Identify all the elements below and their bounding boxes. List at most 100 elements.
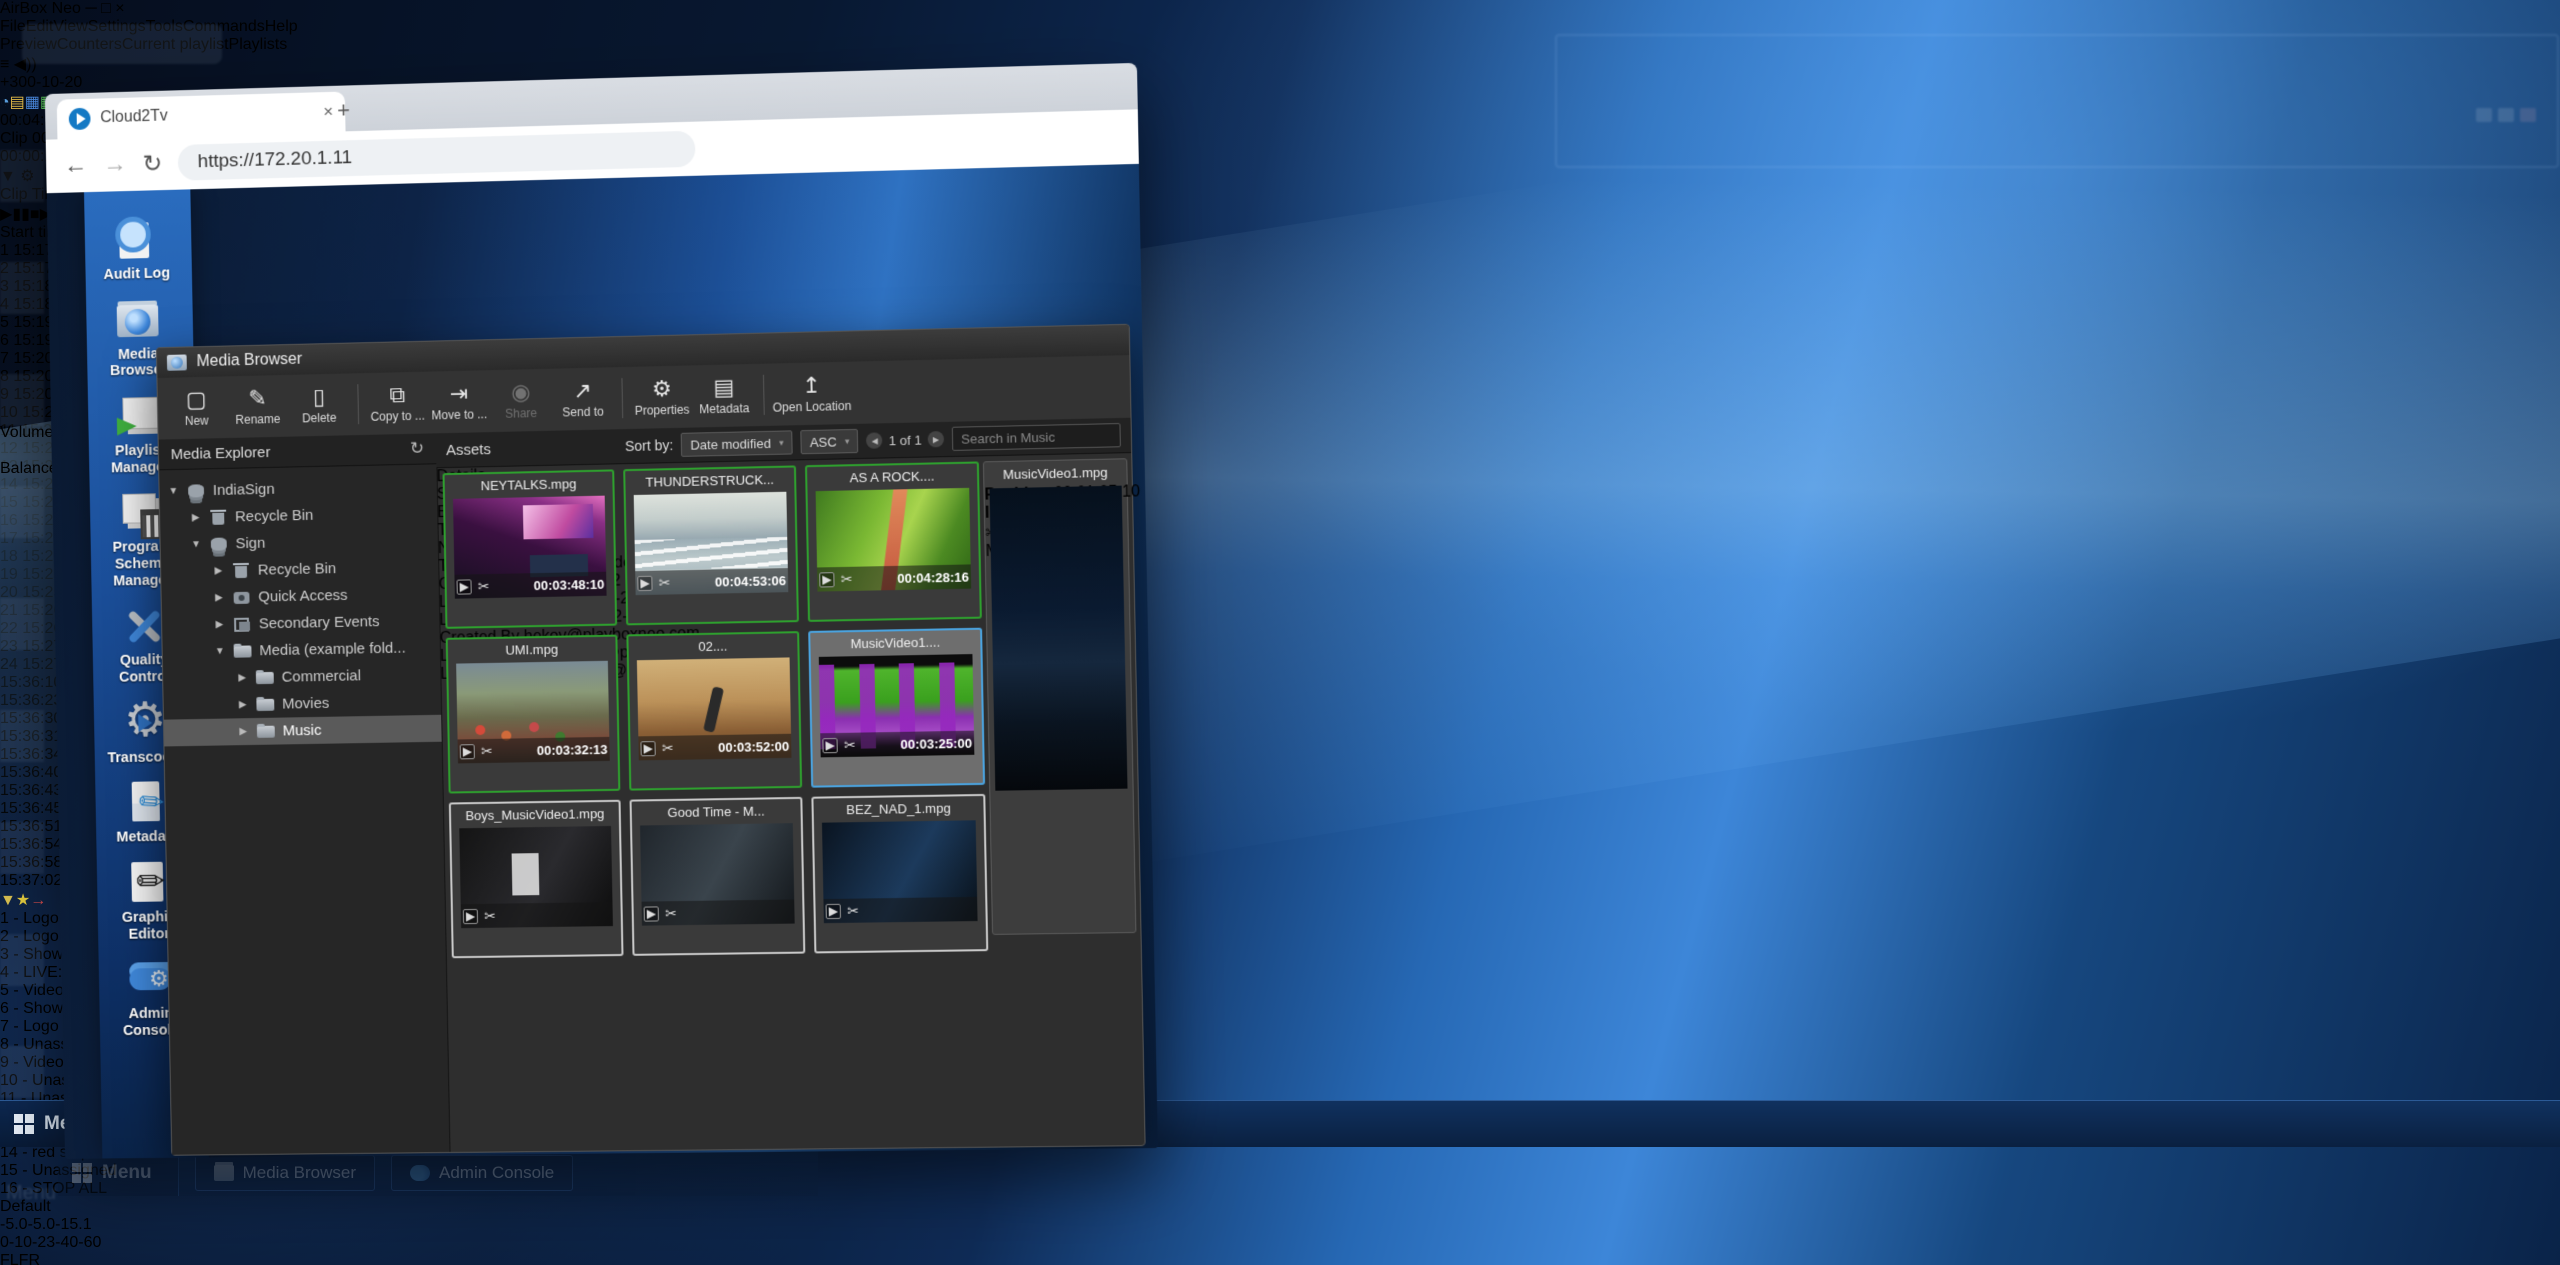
tree-expand-icon[interactable]: ▼ [190,539,202,550]
asset-trim-icon[interactable]: ✂ [484,907,496,924]
asset-card[interactable]: AS A ROCK.... ▶ ✂ 00:04:28:16 [805,461,982,621]
tree-expand-icon[interactable]: ▼ [167,486,179,497]
assets-pager: ◀ 1 of 1 ▶ [866,431,944,449]
toolbar-button[interactable]: ↥ Open Location [772,365,852,423]
toolbar-button[interactable]: ↗ Send to [551,370,614,427]
burger-icon[interactable]: ≡ [0,56,9,73]
taskbar-reflection-button: Admin Console [391,1155,573,1191]
tree-expand-icon[interactable]: ▼ [214,646,226,657]
tree-expand-icon[interactable]: ▶ [190,512,202,523]
asset-play-icon[interactable]: ▶ [819,572,835,587]
asset-play-icon[interactable]: ▶ [457,579,472,594]
meters-preset-tab[interactable]: Default [0,1198,2560,1216]
forward-icon[interactable]: → [103,150,127,178]
asset-play-icon[interactable]: ▶ [822,737,838,752]
airbox-toolbar-icon[interactable]: ▦ [25,94,40,111]
media-explorer-title: Media Explorer [171,444,271,463]
asset-card[interactable]: 02.... ▶ ✂ 00:03:52:00 [626,631,802,790]
minimize-icon[interactable]: ─ [85,0,96,17]
asset-name: BEZ_NAD_1.mpg [813,796,983,821]
pager-next-icon[interactable]: ▶ [928,431,945,447]
toolbar-button[interactable]: ▢ New [165,379,227,436]
toolbar-button[interactable]: ⚙ Properties [630,368,693,426]
maximize-icon[interactable]: □ [101,0,111,17]
toolbar-button[interactable] [621,378,623,418]
reload-icon[interactable]: ↻ [142,149,162,178]
app-icon [113,296,163,343]
sort-field-value: Date modified [690,435,771,452]
tree-expand-icon[interactable]: ▶ [213,592,225,603]
close-icon[interactable]: × [115,0,124,17]
address-bar[interactable]: https://172.20.1.11 [178,131,696,181]
asset-play-icon[interactable]: ▶ [644,906,660,921]
toolbar-button[interactable]: ⧉ Copy to ... [366,375,429,432]
asset-card[interactable]: THUNDERSTRUCK... ▶ ✂ 00:04:53:06 [623,465,799,625]
asset-trim-icon[interactable]: ✂ [847,902,859,919]
tree-item[interactable]: ▶ Music [164,715,442,747]
menu-grid-icon-reflection [72,1163,92,1183]
tree-expand-icon[interactable]: ▶ [236,672,248,683]
meter-scale: 0-10-23-40-60 [0,1234,2560,1252]
asset-play-icon[interactable]: ▶ [826,903,842,918]
tree-item-label: Commercial [281,667,361,685]
search-input[interactable]: Search in Music [952,423,1121,451]
toolbar-button[interactable]: ◉ Share [489,372,552,429]
asset-name: MusicVideo1.... [810,630,980,655]
asset-card[interactable]: MusicVideo1.... ▶ ✂ 00:03:25:00 [808,628,985,788]
tree-item-icon [255,670,275,685]
toolbar-button[interactable] [763,375,765,415]
media-explorer-tree: ▼ IndiaSign ▶ Recycle Bin ▼ [159,464,441,746]
airbox-toolbar-icon[interactable]: ▤ [10,94,25,111]
asset-name: 02.... [628,633,797,658]
toolbar-button[interactable]: ✎ Rename [227,378,289,435]
asset-card[interactable]: Good Time - M... ▶ ✂ [630,797,806,956]
asset-card[interactable]: Boys_MusicVideo1.mpg ▶ ✂ [449,800,624,958]
tree-item-icon [209,536,229,551]
toolbar-button[interactable]: ▯ Delete [288,376,350,433]
tree-item-label: Media (example fold... [259,640,406,660]
ghost-desktop-icons [0,150,44,1100]
asset-trim-icon[interactable]: ✂ [841,570,853,587]
asset-play-icon[interactable]: ▶ [637,575,653,590]
back-icon[interactable]: ← [64,151,88,179]
tree-expand-icon[interactable]: ▶ [212,565,224,576]
pager-prev-icon[interactable]: ◀ [866,432,882,448]
tree-expand-icon[interactable]: ▶ [237,699,249,710]
tab-close-icon[interactable]: × [323,102,333,122]
cloud2tv-favicon [69,108,91,130]
asset-play-icon[interactable]: ▶ [463,908,478,923]
toolbar-button[interactable]: ⇥ Move to ... [428,373,491,430]
asset-name: Boys_MusicVideo1.mpg [451,802,619,827]
launcher-app-icon[interactable]: Audit Log [83,215,191,284]
tree-expand-icon[interactable]: ▶ [213,619,225,630]
asset-trim-icon[interactable]: ✂ [844,736,856,753]
toolbar-button[interactable]: ▤ Metadata [692,367,755,425]
sort-order-select[interactable]: ASC ▾ [800,429,858,454]
airbox-toolbar-icon[interactable]: ◔ [0,94,10,111]
refresh-icon[interactable]: ↻ [410,439,425,459]
new-tab-button[interactable]: + [337,97,350,123]
asset-card[interactable]: UMI.mpg ▶ ✂ 00:03:32:13 [446,635,621,794]
asset-trim-icon[interactable]: ✂ [478,578,490,595]
taskbar-reflection-items: Media Browser Admin Console [179,1155,574,1191]
toolbar-button-label: Open Location [773,398,852,414]
asset-trim-icon[interactable]: ✂ [481,742,493,759]
asset-card[interactable]: NEYTALKS.mpg ▶ ✂ 00:03:48:10 [443,469,618,628]
meter-scale-label: -10 [9,1234,32,1251]
asset-trim-icon[interactable]: ✂ [659,574,671,591]
tree-expand-icon[interactable]: ▶ [237,726,249,737]
menu-item[interactable]: Help [265,18,298,35]
asset-play-icon[interactable]: ▶ [640,741,656,756]
toolbar-button[interactable] [357,384,359,424]
meter-channel-label: FR [19,1252,40,1265]
asset-play-icon[interactable]: ▶ [460,744,475,759]
asset-trim-icon[interactable]: ✂ [662,739,674,756]
taskbar-reflection-icon [214,1165,234,1181]
sort-field-select[interactable]: Date modified ▾ [681,430,793,457]
asset-trim-icon[interactable]: ✂ [665,905,677,922]
preview-video[interactable] [990,486,1128,791]
asset-card[interactable]: BEZ_NAD_1.mpg ▶ ✂ [811,794,988,954]
tree-item-icon [231,563,251,578]
asset-name: NEYTALKS.mpg [445,471,613,497]
airbox-tab[interactable]: Playlists [229,36,288,53]
